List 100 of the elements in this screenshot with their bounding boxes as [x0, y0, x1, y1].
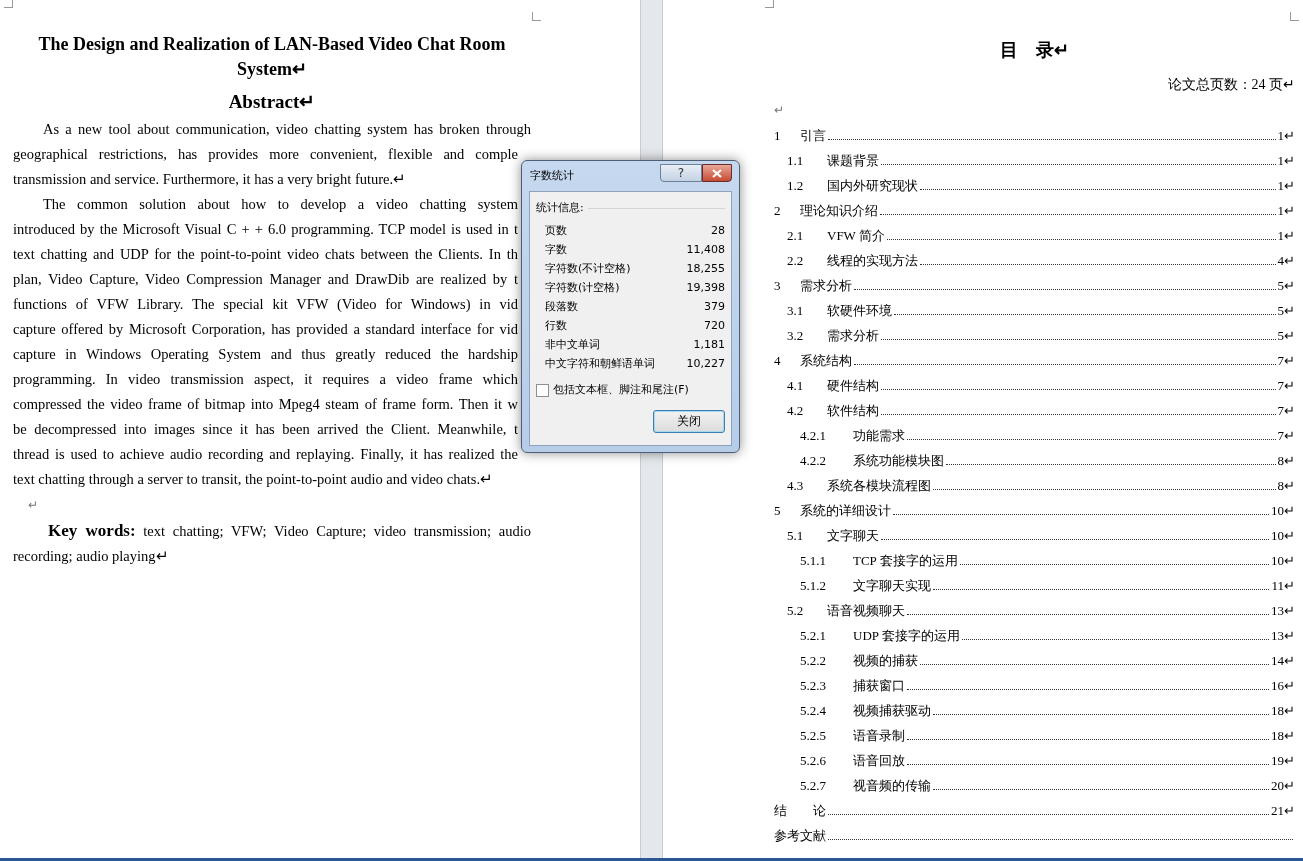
paragraph-mark: ↵ [774, 102, 784, 119]
toc-entry-title: 理论知识介绍 [800, 202, 878, 220]
corner-mark [765, 0, 774, 8]
close-icon [712, 168, 722, 178]
stat-value: 18,255 [686, 261, 725, 277]
text-line: programming. In video transmission aspect, it requires a video frame which [13, 370, 518, 389]
page-number: 1↵ [1277, 202, 1295, 220]
stat-label: 字符数(计空格) [545, 280, 620, 296]
text-line: transmission and service. Furthermore, it has a very bright future.↵ [13, 170, 408, 189]
page-number: 1↵ [1277, 227, 1295, 245]
section-number: 3.1 [787, 302, 805, 320]
section-number: 4.2.2 [800, 452, 827, 470]
help-button[interactable]: ? [660, 164, 702, 182]
section-number: 5.1.2 [800, 577, 827, 595]
toc-entry-title: 视频的捕获 [853, 652, 918, 670]
toc-entry-title: 参考文献 [774, 827, 826, 845]
dialog-title: 字数统计 [529, 168, 575, 184]
text-line: introduced by the Microsoft Visual C + + 6.0 programming. TCP model is used in t [13, 220, 518, 239]
stat-label: 行数 [545, 318, 567, 334]
document-title: The Design and Realization of LAN-Based Video Chat Room System↵ [37, 33, 507, 81]
checkbox-label[interactable]: 包括文本框、脚注和尾注(F) [553, 382, 689, 399]
toc-entry-title: 系统各模块流程图 [827, 477, 931, 495]
close-button[interactable] [702, 164, 732, 182]
stat-label: 字符数(不计空格) [545, 261, 631, 277]
page-number: 5↵ [1277, 277, 1295, 295]
section-number: 4.1 [787, 377, 805, 395]
stat-value: 28 [711, 223, 725, 239]
group-label: 统计信息: [536, 200, 584, 216]
toc-entry-title: UDP 套接字的运用 [853, 627, 960, 645]
stat-value: 10,227 [686, 356, 725, 372]
toc-entry-title: VFW 简介 [827, 227, 885, 245]
section-number: 3 [774, 277, 782, 295]
section-heading: Abstract↵ [227, 90, 317, 114]
page-number: 10↵ [1271, 502, 1295, 520]
page-number: 10↵ [1271, 552, 1295, 570]
page-number: 10↵ [1271, 527, 1295, 545]
toc-entry-title: 功能需求 [853, 427, 905, 445]
toc-entry-title: 视频捕获驱动 [853, 702, 931, 720]
page-number: 19↵ [1271, 752, 1295, 770]
stat-label: 字数 [545, 242, 567, 258]
page-number: 4↵ [1277, 252, 1295, 270]
close-button[interactable]: 关闭 [653, 409, 725, 433]
page-number: 5↵ [1277, 302, 1295, 320]
text-line: geographical restrictions, has provides more convenient, flexible and comple [13, 145, 518, 164]
page-number: 8↵ [1277, 477, 1295, 495]
section-number: 5 [774, 502, 782, 520]
page-number: 18↵ [1271, 727, 1295, 745]
contents-title: 目 录↵ [1000, 39, 1069, 62]
stat-value: 379 [704, 299, 725, 315]
toc-entry-title: 引言 [800, 127, 826, 145]
toc-entry-title: TCP 套接字的运用 [853, 552, 958, 570]
toc-entry-title: 线程的实现方法 [827, 252, 918, 270]
page-number: 11↵ [1271, 577, 1295, 595]
toc-entry-title: 语音回放 [853, 752, 905, 770]
page-number: 7↵ [1277, 352, 1295, 370]
text-line: functions of VFW Library. The special kit VFW (Video for Windows) in vid [13, 295, 518, 314]
stat-value: 11,408 [686, 242, 725, 258]
corner-mark [532, 12, 541, 21]
toc-entry-title: 系统的详细设计 [800, 502, 891, 520]
text-line: capture offered by Microsoft Corporation, has provided a standard interface for vid [13, 320, 518, 339]
toc-entry-title: 系统功能模块图 [853, 452, 944, 470]
section-number: 4.2 [787, 402, 805, 420]
toc-entry-title: 国内外研究现状 [827, 177, 918, 195]
page-number: 1↵ [1277, 152, 1295, 170]
section-number: 5.2.7 [800, 777, 827, 795]
page-number: 16↵ [1271, 677, 1295, 695]
page-number: 13↵ [1271, 602, 1295, 620]
text-line: plan, Video Capture, Video Compression Manager and DrawDib are realized by t [13, 270, 518, 289]
toc-entry-title: 软硬件环境 [827, 302, 892, 320]
section-number: 5.2.4 [800, 702, 827, 720]
toc-entry-title: 文字聊天实现 [853, 577, 931, 595]
page-number: 7↵ [1277, 377, 1295, 395]
section-number: 5.2.6 [800, 752, 827, 770]
text-line: text chatting through a server to transit, the point-to-point audio and video chats.↵ [13, 470, 495, 489]
section-number: 5.2.1 [800, 627, 827, 645]
toc-entry-title: 语音录制 [853, 727, 905, 745]
toc-entry-title: 捕获窗口 [853, 677, 905, 695]
toc-entry-title: 视音频的传输 [853, 777, 931, 795]
toc-entry-title: 结 论 [774, 802, 826, 820]
page-number: 8↵ [1277, 452, 1295, 470]
stat-label: 非中文单词 [545, 337, 600, 353]
toc-entry-title: 需求分析 [827, 327, 879, 345]
section-number: 5.2.2 [800, 652, 827, 670]
text-line: The common solution about how to develop a video chatting system [43, 195, 518, 214]
stat-label: 页数 [545, 223, 567, 239]
section-number: 1 [774, 127, 782, 145]
stat-label: 中文字符和朝鲜语单词 [545, 356, 655, 372]
section-number: 5.2.5 [800, 727, 827, 745]
toc-entry-title: 软件结构 [827, 402, 879, 420]
toc-entry-title: 硬件结构 [827, 377, 879, 395]
page-number: 18↵ [1271, 702, 1295, 720]
section-number: 4 [774, 352, 782, 370]
section-number: 4.2.1 [800, 427, 827, 445]
section-number: 5.2 [787, 602, 805, 620]
text-line: thread is used to achieve audio recording and replaying. Finally, it has realized the [13, 445, 518, 464]
section-number: 4.3 [787, 477, 805, 495]
text-line: capture in Windows Operating System and thus greatly reduced the hardship [13, 345, 518, 364]
checkbox[interactable] [536, 383, 549, 397]
page-number: 20↵ [1271, 777, 1295, 795]
toc-entry-title: 需求分析 [800, 277, 852, 295]
